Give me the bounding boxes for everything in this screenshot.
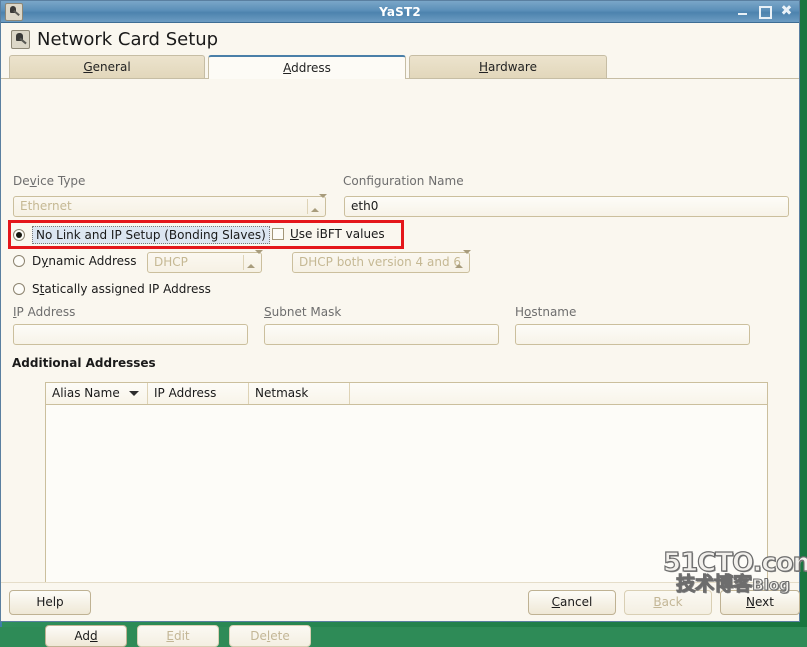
device-type-select[interactable]: Ethernet [13,194,327,217]
no-link-radio-row[interactable]: No Link and IP Setup (Bonding Slaves) [13,226,270,244]
dynamic-address-radio[interactable] [13,255,25,267]
use-ibft-label: Use iBFT values [290,227,385,241]
window-title: YaST2 [379,4,421,19]
help-button[interactable]: Help [9,590,91,615]
subnet-mask-label: Subnet Mask [264,305,342,319]
dynamic-address-radio-row[interactable]: Dynamic Address [13,254,137,268]
configuration-name-value: eth0 [351,199,379,213]
close-icon[interactable]: ✖ [780,4,793,18]
dhcp-protocol-select[interactable]: DHCP [147,250,263,273]
use-ibft-row[interactable]: Use iBFT values [272,227,385,241]
column-header-netmask[interactable]: Netmask [249,383,350,404]
tab-address[interactable]: AAddressddress [208,55,406,79]
no-link-radio[interactable] [13,229,25,241]
column-header-alias-name-label: Alias Name [52,386,120,400]
tab-general[interactable]: GGeneraleneral [9,55,205,78]
chevron-updown-icon [247,250,263,272]
next-button[interactable]: Next [720,590,800,615]
add-button[interactable]: Add [45,625,127,647]
edit-button[interactable]: Edit [137,625,219,647]
use-ibft-checkbox[interactable] [272,228,284,240]
device-type-value: Ethernet [20,199,72,213]
table-header-row: Alias Name IP Address Netmask [46,383,767,405]
chevron-down-icon [129,391,139,396]
ip-address-input[interactable] [13,324,248,345]
yast-window: YaST2 ✖ Network Card Setup GGeneralenera… [0,0,800,647]
address-tab-panel: Device Type Configuration Name Ethernet … [1,79,799,647]
top-field-labels: Device Type Configuration Name [13,174,789,188]
combo-separator [243,255,244,270]
minimize-icon[interactable] [736,5,749,18]
hostname-label: Hostname [515,305,577,319]
ip-address-label: IP Address [13,305,76,319]
column-header-ip-address[interactable]: IP Address [148,383,249,404]
subnet-mask-input[interactable] [264,324,499,345]
tab-hardware[interactable]: HHardwareardware [409,55,607,78]
no-link-radio-label: No Link and IP Setup (Bonding Slaves) [32,226,270,244]
window-titlebar: YaST2 ✖ [1,1,799,23]
additional-addresses-heading: Additional Addresses [12,356,156,370]
dialog-button-bar: Help Cancel Back Next [1,582,800,621]
back-button[interactable]: Back [624,590,712,615]
static-address-radio[interactable] [13,283,25,295]
app-header: Network Card Setup [1,23,799,55]
yast-icon [11,29,30,49]
yast-icon [5,2,23,21]
cancel-button[interactable]: Cancel [528,590,616,615]
static-address-label: Statically assigned IP Address [32,282,211,296]
column-header-filler [350,383,767,404]
static-address-radio-row[interactable]: Statically assigned IP Address [13,282,211,296]
dhcp-version-value: DHCP both version 4 and 6 [299,255,462,269]
dhcp-protocol-value: DHCP [154,255,188,269]
dhcp-version-select[interactable]: DHCP both version 4 and 6 [292,250,471,273]
maximize-icon[interactable] [758,5,772,19]
chevron-updown-icon [455,250,471,272]
column-header-alias-name[interactable]: Alias Name [46,383,148,404]
dynamic-address-label: Dynamic Address [32,254,137,268]
window-controls: ✖ [736,4,793,19]
delete-button[interactable]: Delete [229,625,311,647]
page-title: Network Card Setup [37,28,219,50]
configuration-name-input[interactable]: eth0 [344,196,789,217]
chevron-updown-icon [311,194,327,216]
configuration-name-label: Configuration Name [343,174,464,188]
combo-separator [307,199,308,214]
hostname-input[interactable] [515,324,750,345]
tab-bar: GGeneraleneral AAddressddress HHardwarea… [1,55,799,79]
device-type-label: Device Type [13,174,86,188]
